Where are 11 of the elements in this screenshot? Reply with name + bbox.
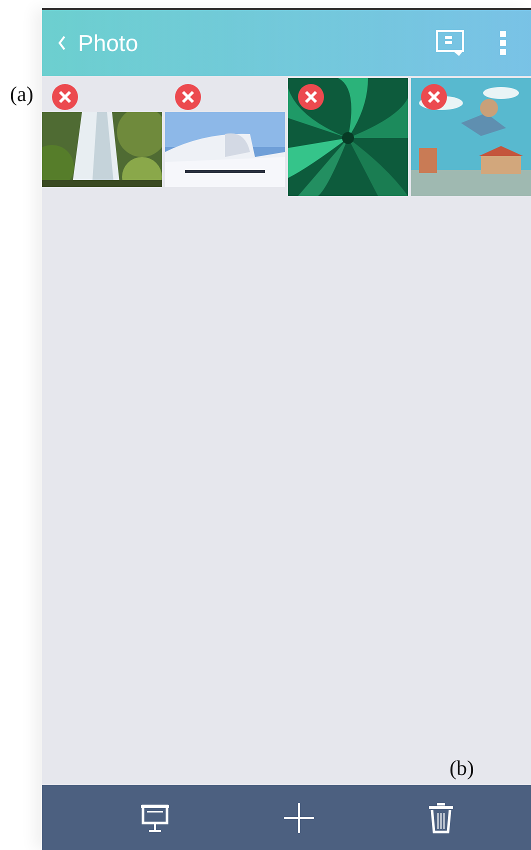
delete-icon[interactable]: [298, 84, 324, 110]
delete-icon[interactable]: [52, 84, 78, 110]
trash-icon[interactable]: [427, 802, 456, 834]
screen-title: Photo: [78, 30, 138, 56]
add-icon[interactable]: [283, 802, 316, 834]
annotation-label: (a): [10, 82, 34, 107]
more-icon[interactable]: [499, 29, 507, 57]
delete-icon[interactable]: [175, 84, 201, 110]
annotation-label: (b): [450, 756, 474, 781]
slideshow-export-icon[interactable]: [435, 29, 465, 57]
delete-icon[interactable]: [421, 84, 447, 110]
